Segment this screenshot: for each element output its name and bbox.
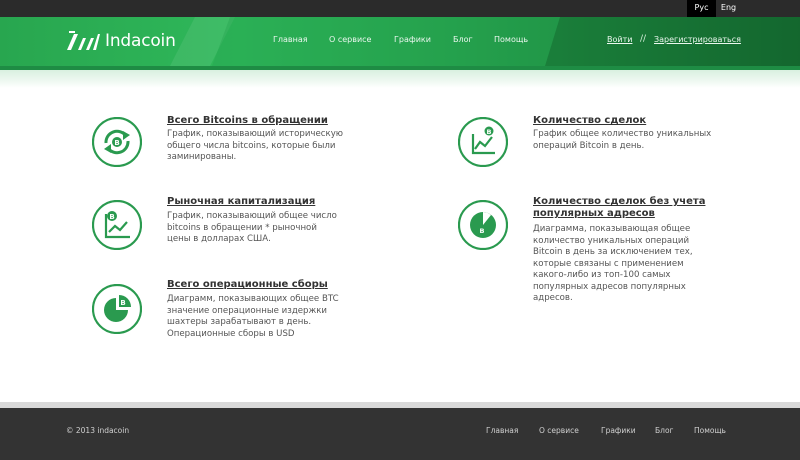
footer-nav-blog[interactable]: Блог <box>655 426 673 435</box>
item-desc-fees: Диаграмм, показывающих общее BTC значени… <box>167 294 339 340</box>
site-logo[interactable]: Indacoin <box>66 30 176 52</box>
desc-line: bitcoins в обращении * рыночной <box>167 222 317 233</box>
title-line[interactable]: популярных адресов <box>533 208 705 220</box>
item-title-market-cap[interactable]: Рыночная капитализация <box>167 196 315 208</box>
footer-nav-charts[interactable]: Графики <box>601 426 636 435</box>
item-desc-transactions-excl-popular: Диаграмма, показывающая общее количество… <box>533 224 693 305</box>
nav-blog[interactable]: Блог <box>453 35 473 44</box>
footer-nav-help[interactable]: Помощь <box>694 426 726 435</box>
nav-help[interactable]: Помощь <box>494 35 528 44</box>
header-glow <box>0 70 800 88</box>
desc-line: График, показывающий общее число <box>167 211 337 221</box>
footer-nav-home[interactable]: Главная <box>486 426 518 435</box>
register-link[interactable]: Зарегистрироваться <box>654 35 741 44</box>
desc-line: адресов. <box>533 293 573 303</box>
item-title-transactions[interactable]: Количество сделок <box>533 115 646 127</box>
svg-text:B: B <box>120 299 125 307</box>
desc-line: Диаграмма, показывающая общее <box>533 224 691 234</box>
desc-line: цены в долларах США. <box>167 234 271 244</box>
site-header: Indacoin Главная О сервисе Графики Блог … <box>0 17 800 66</box>
desc-line: которые связаны с применением <box>533 258 684 269</box>
svg-text:B: B <box>487 128 492 136</box>
logo-icon <box>67 31 100 50</box>
item-title-transactions-excl-popular[interactable]: Количество сделок без учета популярных а… <box>533 196 705 220</box>
desc-line: какого-либо из топ-100 самых <box>533 270 671 280</box>
auth-separator: // <box>640 34 647 44</box>
desc-line: значение операционные издержки <box>167 305 328 316</box>
title-line[interactable]: Количество сделок без учета <box>533 196 705 208</box>
nav-charts[interactable]: Графики <box>394 35 431 44</box>
item-title-total-bitcoins[interactable]: Всего Bitcoins в обращении <box>167 115 328 127</box>
item-title-fees[interactable]: Всего операционные сборы <box>167 279 328 291</box>
desc-line: График, показывающий историческую <box>167 129 344 139</box>
item-desc-market-cap: График, показывающий общее число bitcoin… <box>167 211 337 246</box>
desc-line: популярных адресов популярных <box>533 281 686 292</box>
nav-home[interactable]: Главная <box>273 35 308 44</box>
desc-line: График общее количество уникальных <box>533 129 712 139</box>
footer-nav-about[interactable]: О сервисе <box>539 426 579 435</box>
item-desc-total-bitcoins: График, показывающий историческую общего… <box>167 129 343 164</box>
login-link[interactable]: Войти <box>607 35 632 44</box>
coin-cycle-icon[interactable]: B <box>92 117 142 167</box>
desc-line: общего числа bitcoins, которые были <box>167 140 336 151</box>
svg-text:B: B <box>480 227 485 235</box>
svg-text:B: B <box>114 139 119 147</box>
copyright-text: © 2013 indacoin <box>66 426 130 435</box>
pie-coin-icon[interactable]: B <box>92 284 142 334</box>
chart-coin-icon[interactable]: B <box>92 200 142 250</box>
desc-line: шахтеры зарабатывают в день. <box>167 317 312 327</box>
logo-text: Indacoin <box>105 31 176 51</box>
pie-coin-icon[interactable]: B <box>458 200 508 250</box>
nav-about[interactable]: О сервисе <box>329 35 371 44</box>
lang-ru-button[interactable]: Рус <box>687 0 716 17</box>
desc-line: Bitcoin в день за исключением тех, <box>533 247 693 257</box>
language-bar <box>0 0 800 17</box>
desc-line: операций Bitcoin в день. <box>533 140 645 151</box>
lang-en-button[interactable]: Eng <box>714 0 743 17</box>
desc-line: заминированы. <box>167 152 237 162</box>
desc-line: Диаграмм, показывающих общее BTC <box>167 294 339 304</box>
desc-line: Операционные сборы в USD <box>167 328 295 339</box>
chart-coin-icon[interactable]: B <box>458 117 508 167</box>
desc-line: количество уникальных операций <box>533 235 690 246</box>
item-desc-transactions: График общее количество уникальных опера… <box>533 129 711 152</box>
svg-text:B: B <box>109 213 114 221</box>
